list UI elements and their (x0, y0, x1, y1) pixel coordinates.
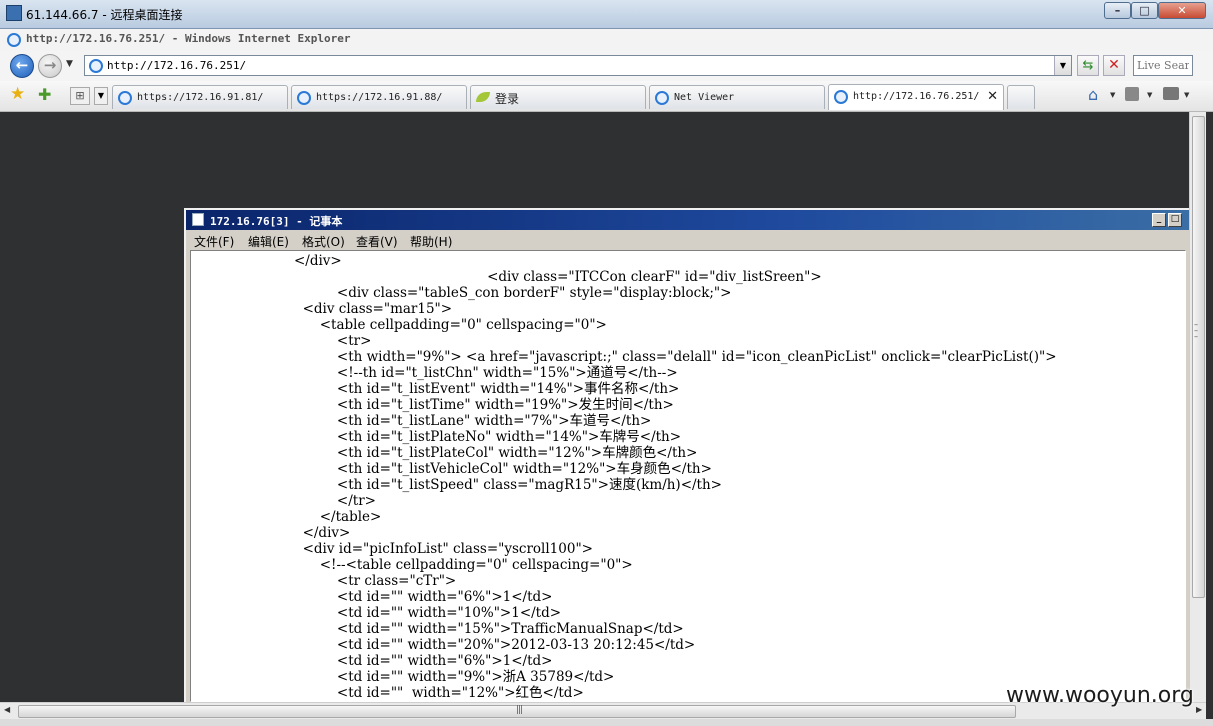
notepad-line: <th id="t_listLane" width="7%">车道号</th> (191, 413, 652, 429)
tab-172-16-76-251[interactable]: http://172.16.76.251/ ✕ (828, 84, 1004, 110)
notepad-line: <!--th id="t_listChn" width="15%">通道号</t… (191, 365, 678, 381)
tab-label: https://172.16.91.88/ (316, 92, 443, 103)
notepad-line: <td id="" width="10%">1</td> (191, 605, 562, 621)
notepad-line: <th id="t_listTime" width="19%">发生时间</th… (191, 397, 674, 413)
address-input[interactable] (107, 58, 1037, 73)
minimize-button[interactable]: – (1104, 2, 1131, 19)
notepad-line: <table cellpadding="0" cellspacing="0"> (191, 317, 607, 333)
browser-titlebar: http://172.16.76.251/ - Windows Internet… (0, 29, 1213, 52)
notepad-line: <div class="ITCCon clearF" id="div_listS… (191, 269, 822, 285)
page-vertical-scrollbar[interactable]: – – – (1189, 112, 1206, 702)
tab-close-icon[interactable]: ✕ (987, 89, 998, 104)
notepad-window: 172.16.76[3] - 记事本 _ □ 文件(F) 编辑(E) 格式(O)… (184, 208, 1189, 702)
notepad-minimize-button[interactable]: _ (1152, 213, 1166, 227)
ie-icon (655, 91, 669, 105)
tab-label: https://172.16.91.81/ (137, 92, 264, 103)
add-favorite-icon[interactable]: ✚ (38, 85, 51, 104)
notepad-line: </div> (191, 525, 351, 541)
tab-label: Net Viewer (674, 92, 735, 103)
status-bar (0, 719, 1213, 726)
notepad-line: <tr class="cTr"> (191, 573, 457, 589)
browser-navbar: ← → ▼ ▼ ⇆ ✕ (0, 51, 1213, 81)
notepad-line: <td id="" width="6%">1</td> (191, 589, 553, 605)
browser-title: http://172.16.76.251/ - Windows Internet… (26, 32, 351, 45)
notepad-line: <div class="tableS_con borderF" style="d… (191, 285, 732, 301)
notepad-line: <div class="mar15"> (191, 301, 453, 317)
ie-icon (118, 91, 132, 105)
forward-button[interactable]: → (38, 54, 62, 78)
notepad-menubar: 文件(F) 编辑(E) 格式(O) 查看(V) 帮助(H) (186, 230, 1189, 250)
notepad-line: </tr> (191, 493, 376, 509)
notepad-line: <td id="" width="15%">TrafficManualSnap<… (191, 621, 684, 637)
menu-file[interactable]: 文件(F) (194, 233, 234, 250)
print-icon[interactable] (1163, 87, 1179, 100)
menu-format[interactable]: 格式(O) (302, 233, 345, 250)
notepad-line: <div id="picInfoList" class="yscroll100"… (191, 541, 593, 557)
tab-login[interactable]: 登录 (470, 85, 646, 109)
tab-bar: ★ ✚ ⊞ ▼ https://172.16.91.81/ https://17… (0, 81, 1213, 112)
leaf-icon (476, 92, 490, 102)
remote-desktop-title: 61.144.66.7 - 远程桌面连接 (26, 8, 183, 22)
tab-list-dropdown-icon[interactable]: ▼ (94, 87, 108, 105)
address-bar[interactable]: ▼ (84, 55, 1072, 76)
feeds-icon[interactable] (1125, 87, 1139, 101)
feeds-dropdown-icon[interactable]: ▼ (1147, 91, 1152, 99)
ie-icon (834, 90, 848, 104)
history-dropdown-icon[interactable]: ▼ (66, 59, 73, 69)
watermark: www.wooyun.org (1006, 683, 1194, 708)
menu-view[interactable]: 查看(V) (356, 233, 398, 250)
notepad-line: <th id="t_listVehicleCol" width="12%">车身… (191, 461, 712, 477)
scroll-left-icon[interactable]: ◀ (4, 705, 10, 714)
notepad-line: <th id="t_listSpeed" class="magR15">速度(k… (191, 477, 722, 493)
tab-net-viewer[interactable]: Net Viewer (649, 85, 825, 109)
close-button[interactable]: ✕ (1158, 2, 1206, 19)
ie-icon (297, 91, 311, 105)
home-dropdown-icon[interactable]: ▼ (1110, 91, 1115, 99)
scroll-grip-icon: ||| (516, 705, 523, 715)
vertical-scroll-thumb[interactable] (1192, 116, 1205, 598)
notepad-text-area[interactable]: </div> <div class="ITCCon clearF" id="di… (190, 250, 1186, 702)
back-button[interactable]: ← (10, 54, 34, 78)
tab-label: http://172.16.76.251/ (853, 91, 980, 102)
menu-help[interactable]: 帮助(H) (410, 233, 452, 250)
notepad-content: </div> <div class="ITCCon clearF" id="di… (191, 251, 1185, 701)
notepad-maximize-button[interactable]: □ (1168, 213, 1182, 227)
home-icon[interactable]: ⌂ (1088, 85, 1098, 104)
notepad-line: <th id="t_listPlateNo" width="14%">车牌号</… (191, 429, 682, 445)
refresh-button[interactable]: ⇆ (1077, 55, 1099, 76)
menu-edit[interactable]: 编辑(E) (248, 233, 289, 250)
notepad-line: <th width="9%"> <a href="javascript:;" c… (191, 349, 1057, 365)
print-dropdown-icon[interactable]: ▼ (1184, 91, 1189, 99)
scroll-right-icon[interactable]: ▶ (1196, 705, 1202, 714)
notepad-title: 172.16.76[3] - 记事本 (210, 215, 343, 228)
quick-tabs-icon[interactable]: ⊞ (70, 87, 90, 105)
search-input[interactable] (1133, 55, 1193, 76)
maximize-button[interactable]: □ (1131, 2, 1158, 19)
notepad-line: <!--<table cellpadding="0" cellspacing="… (191, 557, 633, 573)
remote-desktop-titlebar: 61.144.66.7 - 远程桌面连接 – □ ✕ (0, 0, 1213, 29)
address-dropdown-icon[interactable]: ▼ (1054, 56, 1071, 75)
notepad-line: <td id="" width="20%">2012-03-13 20:12:4… (191, 637, 696, 653)
new-tab-button[interactable] (1007, 85, 1035, 109)
tab-172-16-91-88[interactable]: https://172.16.91.88/ (291, 85, 467, 109)
notepad-line: </table> (191, 509, 382, 525)
tab-label: 登录 (495, 92, 520, 106)
page-icon (89, 59, 103, 73)
favorites-star-icon[interactable]: ★ (10, 84, 25, 104)
scroll-grip-icon: – – – (1194, 320, 1198, 341)
ie-icon (7, 33, 21, 47)
tab-172-16-91-81[interactable]: https://172.16.91.81/ (112, 85, 288, 109)
notepad-titlebar: 172.16.76[3] - 记事本 _ □ (186, 210, 1189, 230)
notepad-line: <th id="t_listEvent" width="14%">事件名称</t… (191, 381, 680, 397)
notepad-line: </div> (191, 253, 342, 269)
notepad-icon (192, 213, 204, 226)
notepad-line: <tr> (191, 333, 372, 349)
notepad-line: <td id="" width="6%">1</td> (191, 653, 553, 669)
stop-button[interactable]: ✕ (1103, 55, 1125, 76)
notepad-line: <th id="t_listPlateCol" width="12%">车牌颜色… (191, 445, 698, 461)
remote-desktop-icon (6, 5, 22, 21)
